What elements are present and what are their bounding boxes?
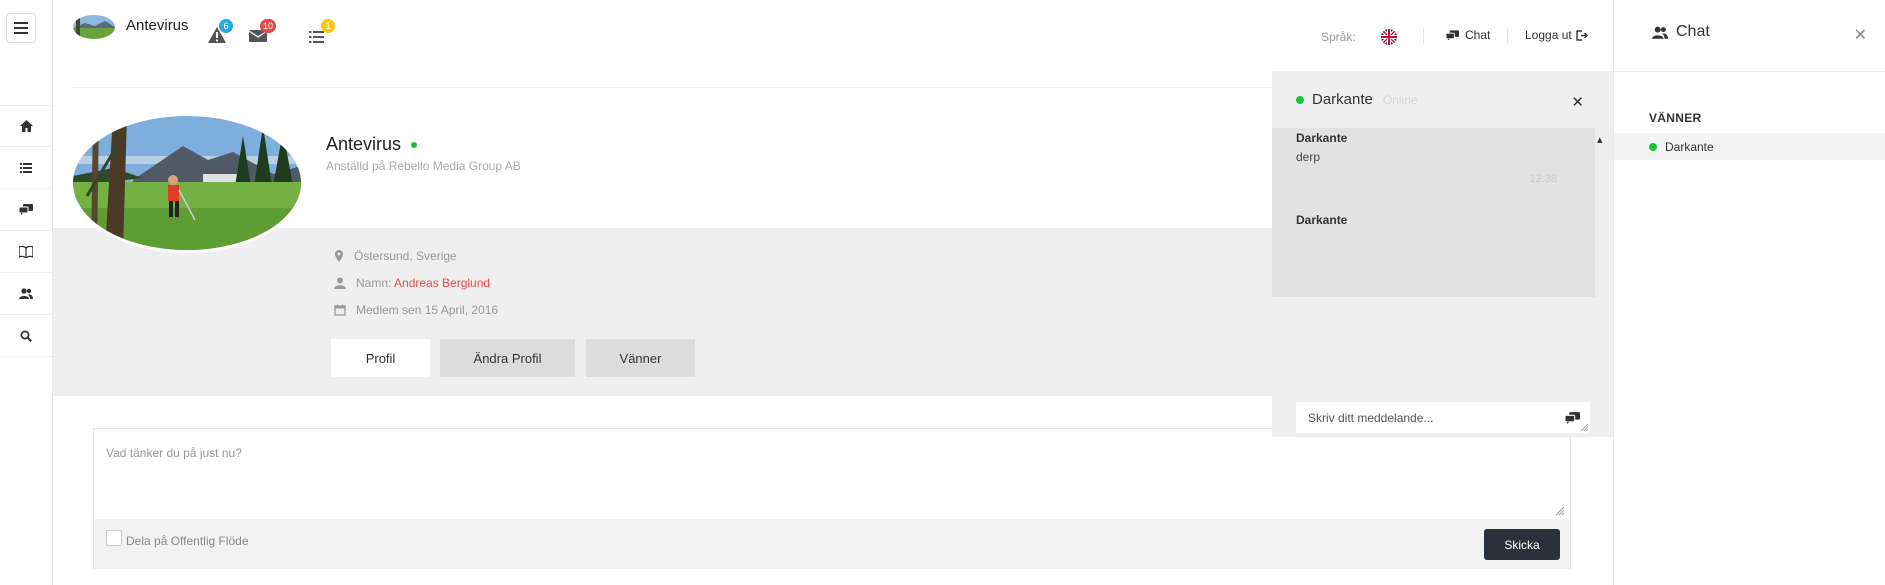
divider [1507,28,1508,44]
profile-location: Östersund, Sverige [334,249,457,263]
avatar-image [73,15,115,39]
home-icon [19,120,33,132]
book-icon [19,245,33,258]
location-text: Östersund, Sverige [354,249,457,263]
message-time: 12:38 [1529,173,1557,185]
friend-name: Darkante [1665,139,1714,154]
map-pin-icon [335,250,343,262]
sidebar-item-list[interactable] [0,147,52,189]
profile-fullname: Namn: Andreas Berglund [334,276,490,290]
notification-tasks[interactable]: 1 [309,19,335,48]
close-icon[interactable]: ✕ [1571,93,1584,111]
brand-name[interactable]: Antevirus [126,17,189,34]
hamburger-icon [14,22,28,34]
chat-panel-title-text: Chat [1676,23,1710,40]
chat-toggle-button[interactable]: Chat [1446,28,1490,42]
chat-input-placeholder: Skriv ditt meddelande... [1308,410,1434,425]
notification-warnings[interactable]: 6 [207,19,233,48]
language-label: Språk: [1321,30,1356,44]
logout-icon [1576,29,1588,41]
member-since-text: Medlem sen 15 April, 2016 [356,303,499,317]
chat-icon [1446,29,1459,41]
notification-badge: 10 [260,19,277,33]
friend-list-item[interactable]: Darkante [1614,133,1885,160]
post-composer: Vad tänker du på just nu? Dela på Offent… [93,428,1571,569]
user-icon [334,277,346,289]
profile-subtitle: Anställd på Rebello Media Group AB [326,159,521,173]
users-icon [1652,26,1668,39]
share-public-label: Dela på Offentlig Flöde [126,534,249,548]
chat-message: Darkante [1272,213,1595,227]
resize-handle-icon[interactable] [1581,424,1588,431]
chat-contact-status: Online [1382,92,1418,107]
language-selector[interactable]: Språk: [1321,28,1398,46]
chat-window: Darkante Online ✕ Darkante derp 12:38 Da… [1272,71,1614,437]
profile-member-since: Medlem sen 15 April, 2016 [334,303,498,317]
scroll-up-icon[interactable]: ▴ [1597,133,1611,146]
sidebar-item-users[interactable] [0,273,52,315]
chat-window-header: Darkante Online ✕ [1272,71,1614,128]
tab-friends[interactable]: Vänner [586,339,695,377]
logout-label: Logga ut [1525,28,1572,42]
hamburger-menu-button[interactable] [6,13,36,43]
online-status-dot [1649,142,1657,151]
notification-badge: 1 [321,19,335,33]
profile-image [73,116,301,250]
list-icon [309,31,324,43]
online-status-dot [1296,95,1304,104]
sidebar-item-book[interactable] [0,231,52,273]
sidebar-item-chat[interactable] [0,189,52,231]
resize-handle-icon[interactable] [1556,507,1564,515]
chat-message-input[interactable]: Skriv ditt meddelande... [1296,402,1590,433]
chat-icon [19,204,33,215]
send-post-button[interactable]: Skicka [1484,529,1560,560]
chat-messages[interactable]: Darkante derp 12:38 Darkante [1272,128,1595,297]
uk-flag-icon [1380,29,1397,45]
sidebar-nav [0,105,52,357]
message-text: derp [1296,150,1321,164]
name-label: Namn: [356,276,392,290]
profile-name-text: Antevirus [326,134,402,154]
profile-photo [73,116,301,250]
calendar-icon [334,304,346,316]
brand-avatar[interactable] [73,15,115,39]
divider [1423,28,1424,44]
post-textarea[interactable]: Vad tänker du på just nu? [94,429,1570,518]
send-chat-icon[interactable] [1565,412,1580,424]
list-icon [20,162,32,173]
chat-panel: Chat ✕ VÄNNER Darkante [1613,0,1885,585]
sidebar-item-search[interactable] [0,315,52,357]
full-name-link[interactable]: Andreas Berglund [394,276,490,290]
share-public-checkbox[interactable] [106,530,122,546]
logout-button[interactable]: Logga ut [1525,28,1588,42]
profile-name: Antevirus [326,134,418,155]
post-footer: Dela på Offentlig Flöde Skicka [94,519,1570,569]
message-sender: Darkante [1296,213,1348,227]
chat-panel-title: Chat [1652,23,1710,41]
users-icon [19,288,33,299]
message-sender: Darkante [1296,131,1348,145]
chat-message: Darkante derp 12:38 [1272,131,1595,185]
chat-panel-header: Chat ✕ [1614,0,1885,72]
friends-section-heading: VÄNNER [1649,111,1702,125]
tab-profile[interactable]: Profil [331,339,430,377]
online-status-dot [411,142,418,149]
header-divider [72,87,1272,88]
chat-label: Chat [1465,28,1491,42]
close-icon[interactable]: ✕ [1854,25,1867,45]
chat-contact-name: Darkante [1312,91,1373,108]
search-icon [20,330,32,342]
notification-messages[interactable]: 10 [248,19,277,48]
left-sidebar [0,0,53,585]
tab-edit-profile[interactable]: Ändra Profil [440,339,575,377]
sidebar-item-home[interactable] [0,105,52,147]
notification-badge: 6 [219,19,233,33]
